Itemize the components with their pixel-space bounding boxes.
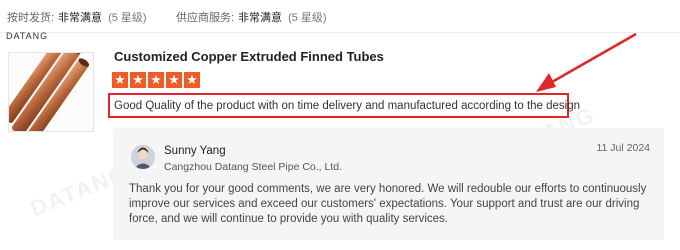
service-rating-value: 非常满意 xyxy=(238,12,283,24)
star-icon: ★ xyxy=(112,72,128,88)
brand-watermark-small: DATANG xyxy=(6,31,49,41)
service-rating-level: (5 星级) xyxy=(288,12,327,24)
star-icon: ★ xyxy=(130,72,146,88)
reply-date: 11 Jul 2024 xyxy=(596,142,650,154)
service-rating: 供应商服务: 非常满意 (5 星级) xyxy=(176,9,327,25)
star-rating: ★ ★ ★ ★ ★ xyxy=(112,72,200,88)
star-icon: ★ xyxy=(184,72,200,88)
shipping-rating: 按时发货: 非常满意 (5 星级) xyxy=(7,9,147,25)
avatar-icon xyxy=(131,145,155,169)
star-icon: ★ xyxy=(148,72,164,88)
product-title[interactable]: Customized Copper Extruded Finned Tubes xyxy=(114,49,384,64)
service-rating-label: 供应商服务: xyxy=(176,12,235,24)
shipping-rating-label: 按时发货: xyxy=(7,12,55,24)
reply-company: Cangzhou Datang Steel Pipe Co., Ltd. xyxy=(164,161,343,173)
shipping-rating-level: (5 星级) xyxy=(108,12,147,24)
copper-tubes-image xyxy=(9,53,90,131)
review-text: Good Quality of the product with on time… xyxy=(114,100,581,112)
product-image xyxy=(8,52,94,132)
reply-author-name: Sunny Yang xyxy=(164,145,226,157)
shipping-rating-value: 非常满意 xyxy=(58,12,103,24)
ratings-bar: 按时发货: 非常满意 (5 星级) 供应商服务: 非常满意 (5 星级) xyxy=(0,0,680,33)
reply-body: Thank you for your good comments, we are… xyxy=(129,183,647,225)
supplier-reply-card: Sunny Yang Cangzhou Datang Steel Pipe Co… xyxy=(113,128,664,240)
avatar xyxy=(131,145,155,169)
review-highlight-box: Good Quality of the product with on time… xyxy=(108,93,580,118)
star-icon: ★ xyxy=(166,72,182,88)
